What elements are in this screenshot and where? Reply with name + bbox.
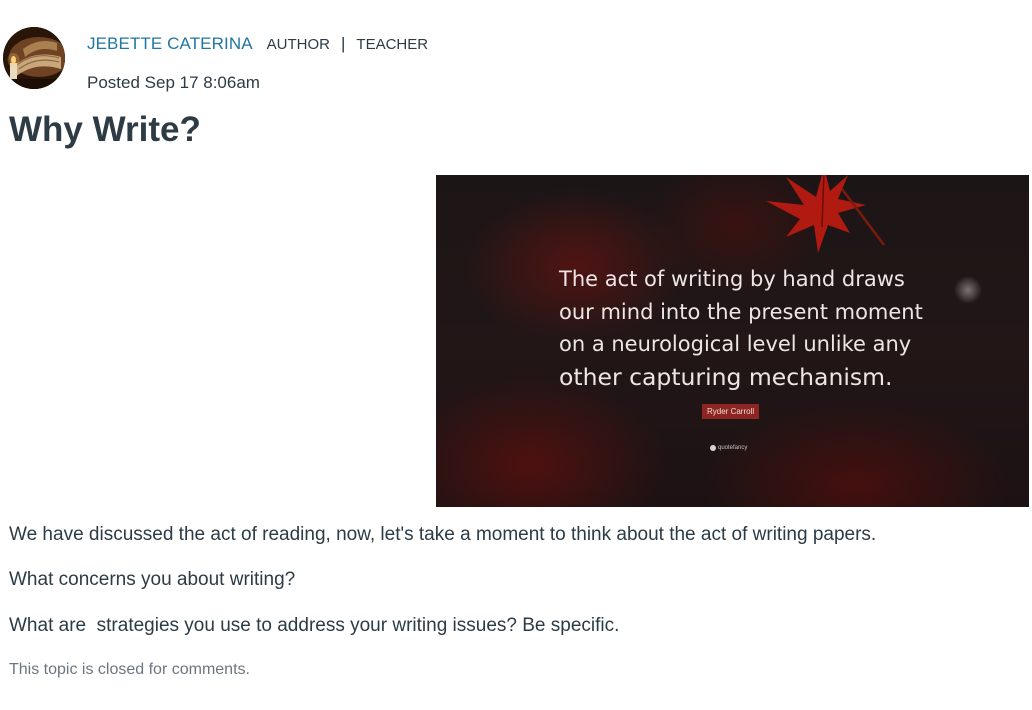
- watermark: quotefancy: [710, 445, 747, 451]
- quote-line: on a neurological level unlike any: [559, 332, 912, 356]
- quote-line: our mind into the present moment: [559, 299, 923, 324]
- author-avatar[interactable]: [3, 27, 65, 89]
- author-name-link[interactable]: JEBETTE CATERINA: [87, 34, 253, 54]
- body-paragraph: What are strategies you use to address y…: [9, 615, 620, 636]
- quote-author-badge: Ryder Carroll: [702, 404, 760, 419]
- page-title: Why Write?: [9, 110, 201, 149]
- body-paragraph: What concerns you about writing?: [9, 569, 296, 590]
- quote-image: The act of writing by hand draws our min…: [436, 175, 1029, 507]
- book-candle-avatar-icon: [3, 27, 65, 89]
- posted-date: Posted Sep 17 8:06am: [87, 73, 260, 92]
- quote-line: The act of writing by hand draws: [559, 267, 905, 291]
- closed-for-comments-note: This topic is closed for comments.: [9, 661, 250, 678]
- role-teacher: TEACHER: [356, 36, 429, 53]
- quote-line: other capturing mechanism.: [559, 362, 893, 391]
- quote-text: The act of writing by hand draws our min…: [559, 263, 939, 393]
- watermark-icon: [710, 445, 716, 451]
- discussion-post: JEBETTE CATERINA AUTHOR | TEACHER Posted…: [0, 0, 1032, 710]
- body-paragraph: We have discussed the act of reading, no…: [9, 524, 877, 545]
- red-leaf-icon: [766, 175, 885, 253]
- role-separator: |: [340, 34, 346, 53]
- author-line: JEBETTE CATERINA AUTHOR | TEACHER: [87, 34, 428, 58]
- watermark-text: quotefancy: [718, 445, 748, 451]
- role-author: AUTHOR: [266, 36, 330, 53]
